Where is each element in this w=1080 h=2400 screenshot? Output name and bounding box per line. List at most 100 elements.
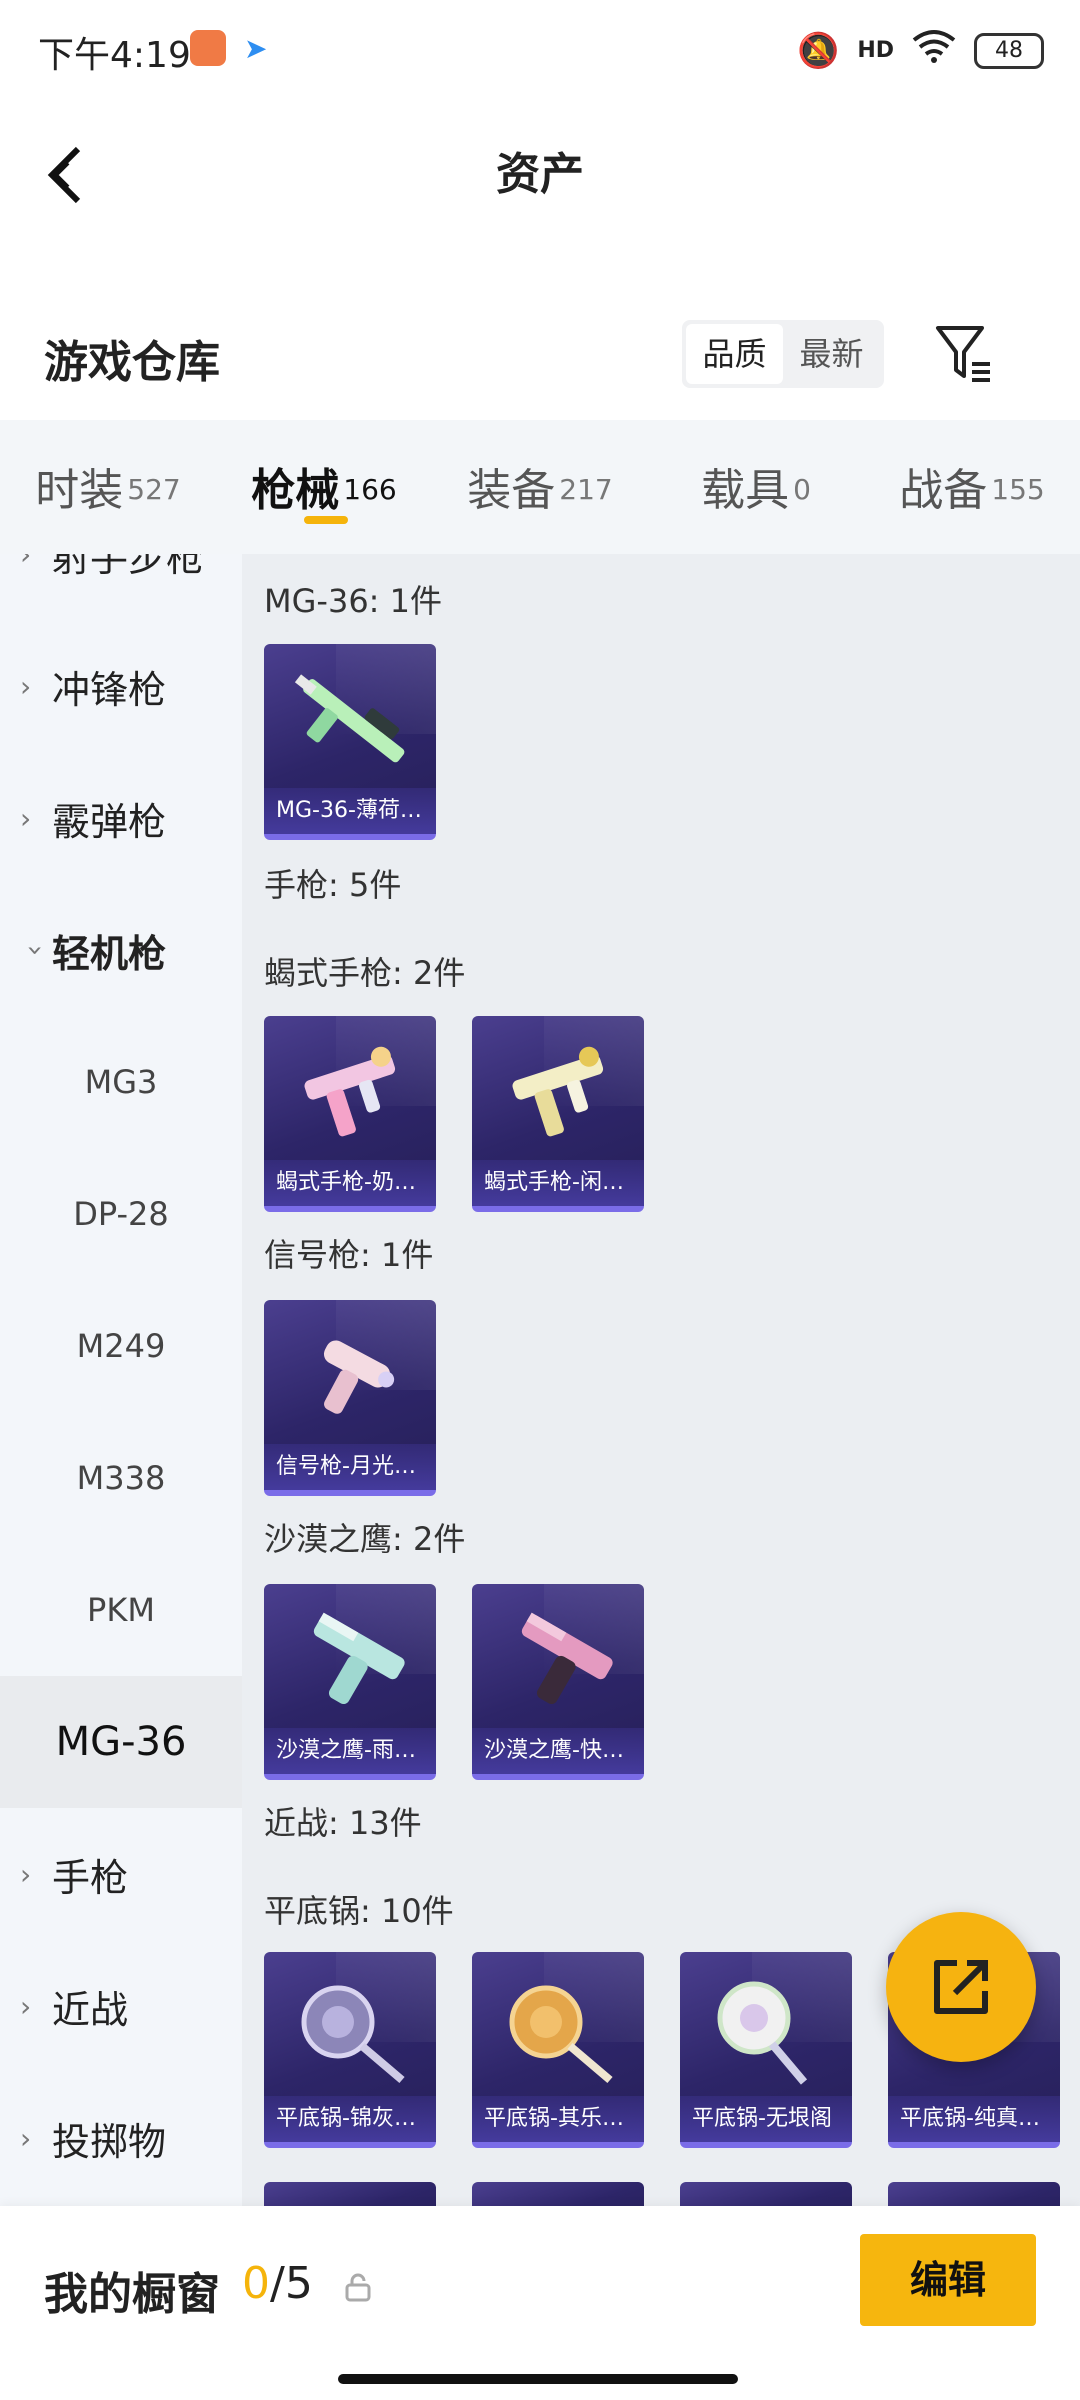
sidebar-item-throwables[interactable]: › 投掷物 — [0, 2072, 242, 2204]
showcase-total: /5 — [270, 2258, 313, 2309]
tab-count: 155 — [991, 472, 1045, 506]
mute-icon: 🔕 — [796, 30, 840, 71]
item-card-label: 沙漠之鹰-雨… — [264, 1728, 436, 1774]
status-icons: 🔕 HD 48 — [797, 28, 1044, 73]
page-title: 资产 — [496, 149, 584, 200]
section-header-flare-gun: 信号枪: 1件 — [264, 1236, 434, 1274]
showcase-count: 0/5 — [242, 2258, 313, 2309]
sort-option-quality[interactable]: 品质 — [686, 324, 783, 384]
chevron-right-icon: › — [20, 1857, 32, 1891]
edit-button[interactable]: 编辑 — [860, 2234, 1036, 2326]
chevron-right-icon: › — [20, 801, 32, 835]
tab-firearms[interactable]: 枪械 166 — [216, 420, 432, 554]
status-bar: 下午4:19 ➤ 🔕 HD 48 — [0, 0, 1080, 96]
item-card[interactable]: 沙漠之鹰-雨… — [264, 1584, 436, 1780]
sidebar-subitem-mg3[interactable]: MG3 — [0, 1016, 242, 1148]
item-card-label: 平底锅-纯真… — [888, 2096, 1060, 2142]
sidebar-item-pistol[interactable]: › 手枪 — [0, 1808, 242, 1940]
item-card-label: MG-36-薄荷… — [264, 788, 436, 834]
tab-vehicles[interactable]: 载具 0 — [648, 420, 864, 554]
item-card-label: 平底锅-锦灰… — [264, 2096, 436, 2142]
share-fab-button[interactable] — [886, 1912, 1036, 2062]
app-notification-icon — [190, 30, 226, 66]
sidebar-item-label: 手枪 — [52, 1855, 129, 1900]
chevron-right-icon: › — [20, 554, 32, 571]
chevron-right-icon: › — [20, 2121, 32, 2155]
tab-count: 217 — [559, 472, 613, 506]
gun-image — [313, 1612, 405, 1705]
sidebar-subitem-pkm[interactable]: PKM — [0, 1544, 242, 1676]
section-header-desert-eagle: 沙漠之鹰: 2件 — [264, 1520, 466, 1558]
tab-label: 战备 — [899, 465, 988, 516]
sidebar-item-label: 投掷物 — [52, 2119, 167, 2164]
pan-image — [717, 1981, 808, 2085]
item-card[interactable]: 平底锅-其乐… — [472, 1952, 644, 2148]
item-card[interactable]: MG-36-薄荷… — [264, 644, 436, 840]
lock-icon — [345, 2273, 371, 2302]
section-header-pan: 平底锅: 10件 — [264, 1892, 454, 1930]
battery-indicator: 48 — [974, 32, 1044, 69]
section-header-skorpion: 蝎式手枪: 2件 — [264, 954, 466, 992]
item-card-label: 平底锅-其乐… — [472, 2096, 644, 2142]
filter-button[interactable] — [932, 320, 996, 388]
header: 资产 — [0, 96, 1080, 246]
gun-image — [304, 1046, 396, 1137]
item-card[interactable]: 平底锅-无垠阁 — [680, 1952, 852, 2148]
item-card[interactable] — [888, 2182, 1060, 2206]
tab-label: 载具 — [701, 465, 790, 516]
tab-count: 0 — [793, 472, 811, 506]
sort-toggle: 品质 最新 — [682, 320, 884, 388]
chevron-down-icon: › — [19, 944, 53, 956]
tab-fashion[interactable]: 时装 527 — [0, 420, 216, 554]
warehouse-title: 游戏仓库 — [44, 337, 220, 388]
sidebar-item-label: 轻机枪 — [52, 931, 167, 976]
tab-label: 枪械 — [251, 465, 340, 516]
item-card[interactable]: 蝎式手枪-闲… — [472, 1016, 644, 1212]
pan-image — [509, 1985, 613, 2084]
chevron-right-icon: › — [20, 1989, 32, 2023]
sidebar-subitem-m338[interactable]: M338 — [0, 1412, 242, 1544]
tab-active-indicator — [304, 516, 348, 524]
section-header-mg36: MG-36: 1件 — [264, 582, 442, 620]
sidebar-subitem-m249[interactable]: M249 — [0, 1280, 242, 1412]
tab-supplies[interactable]: 战备 155 — [864, 420, 1080, 554]
signal-icon: HD — [857, 37, 894, 63]
tab-equipment[interactable]: 装备 217 — [432, 420, 648, 554]
item-card-label: 蝎式手枪-闲… — [472, 1160, 644, 1206]
item-card[interactable]: 信号枪-月光… — [264, 1300, 436, 1496]
send-notification-icon: ➤ — [244, 32, 268, 65]
sidebar-subitem-mg36[interactable]: MG-36 — [0, 1676, 242, 1808]
item-card[interactable] — [472, 2182, 644, 2206]
sidebar-item-label: 近战 — [52, 1987, 129, 2032]
bottom-bar: 我的橱窗 0/5 编辑 — [0, 2206, 1080, 2400]
sidebar-item-lmg[interactable]: › 轻机枪 — [0, 884, 242, 1016]
item-card[interactable]: 平底锅-锦灰… — [264, 1952, 436, 2148]
sidebar: › 射手步枪 › 冲锋枪 › 霰弹枪 › 轻机枪 MG3 DP-28 M249 M338… — [0, 554, 242, 2206]
sidebar-item-melee[interactable]: › 近战 — [0, 1940, 242, 2072]
tab-count: 166 — [343, 472, 397, 506]
sidebar-item-shotgun[interactable]: › 霰弹枪 — [0, 752, 242, 884]
sidebar-item-label: 射手步枪 — [52, 554, 205, 580]
section-header-melee: 近战: 13件 — [264, 1804, 422, 1842]
category-tabs: 时装 527 枪械 166 装备 217 载具 0 战备 155 — [0, 420, 1080, 554]
wifi-icon — [912, 28, 956, 73]
showcase-current: 0 — [242, 2258, 270, 2309]
item-card-label: 信号枪-月光… — [264, 1444, 436, 1490]
item-card[interactable] — [264, 2182, 436, 2206]
sidebar-item-label: 霰弹枪 — [52, 799, 167, 844]
item-card[interactable] — [680, 2182, 852, 2206]
item-card-label: 沙漠之鹰-快… — [472, 1728, 644, 1774]
home-indicator[interactable] — [338, 2374, 738, 2384]
sidebar-item-smg[interactable]: › 冲锋枪 — [0, 620, 242, 752]
item-card[interactable]: 沙漠之鹰-快… — [472, 1584, 644, 1780]
sort-option-newest[interactable]: 最新 — [783, 324, 880, 384]
sidebar-subitem-dp28[interactable]: DP-28 — [0, 1148, 242, 1280]
tab-label: 装备 — [467, 465, 556, 516]
section-header-pistol: 手枪: 5件 — [264, 866, 402, 904]
item-card[interactable]: 蝎式手枪-奶… — [264, 1016, 436, 1212]
gun-image — [323, 1340, 395, 1414]
sidebar-item-marksman-rifle[interactable]: › 射手步枪 — [0, 554, 242, 620]
sidebar-item-label: 冲锋枪 — [52, 667, 167, 712]
filter-icon — [936, 326, 990, 382]
gun-image — [294, 674, 405, 763]
